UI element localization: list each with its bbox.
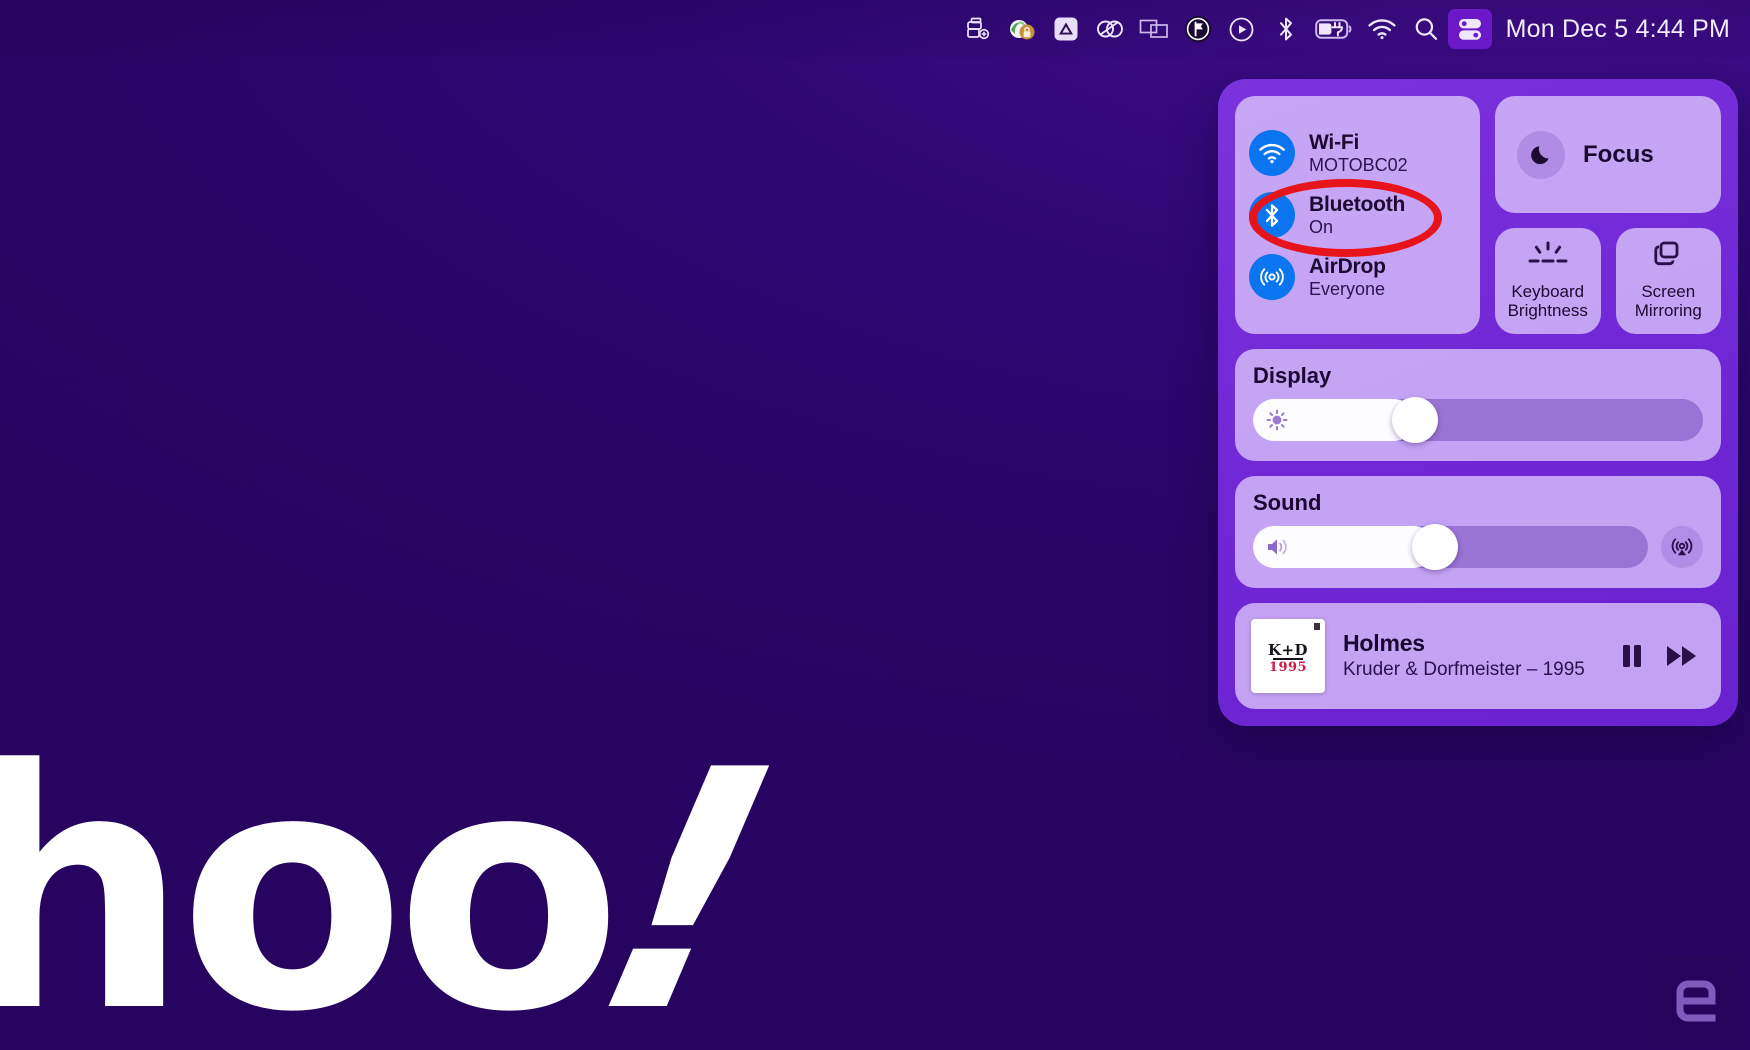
engadget-e-icon (1676, 980, 1716, 1022)
display-slider-fill (1253, 399, 1415, 442)
wallpaper-logo-text: hoo! (0, 700, 807, 1050)
battery-charging-icon[interactable] (1308, 9, 1360, 49)
backup-lock-icon[interactable] (1000, 9, 1044, 49)
album-artwork: K+D 1995 (1251, 619, 1325, 694)
sound-slider-wrap (1253, 524, 1703, 571)
airplay-audio-icon[interactable] (1661, 526, 1703, 569)
speaker-icon (1268, 539, 1287, 555)
display-slider-knob[interactable] (1392, 397, 1438, 444)
keyboard-brightness-label: Keyboard Brightness (1508, 282, 1588, 320)
bluetooth-title: Bluetooth (1309, 192, 1406, 216)
airdrop-labels: AirDrop Everyone (1309, 255, 1386, 300)
bluetooth-icon[interactable] (1264, 9, 1308, 49)
now-playing-controls (1619, 642, 1699, 670)
printer-add-icon[interactable] (956, 9, 1000, 49)
wifi-labels: Wi-Fi MOTOBC02 (1309, 131, 1408, 176)
wifi-toggle-row[interactable]: Wi-Fi MOTOBC02 (1249, 130, 1466, 177)
keyboard-brightness-label-line2: Brightness (1507, 301, 1588, 321)
now-playing-title: Holmes (1343, 630, 1425, 657)
sound-slider-knob[interactable] (1411, 524, 1458, 571)
bluetooth-subtitle: On (1309, 217, 1334, 238)
wallpaper-logo-word: hoo (0, 700, 622, 1050)
airdrop-icon[interactable] (1249, 254, 1295, 301)
control-center-right-column: Focus Keyboard Brightness Screen Mirrori… (1495, 96, 1721, 335)
screen-mirroring-label-line2: Mirroring (1634, 301, 1702, 321)
screen-mirroring-tile[interactable]: Screen Mirroring (1615, 228, 1721, 335)
now-playing-subtitle: Kruder & Dorfmeister – 1995 (1343, 659, 1585, 681)
album-artwork-year: 1995 (1268, 660, 1308, 676)
wifi-title: Wi-Fi (1309, 130, 1360, 154)
display-slider-wrap (1253, 397, 1703, 444)
now-playing-tile: K+D 1995 Holmes Kruder & Dorfmeister – 1… (1235, 603, 1721, 710)
creative-cloud-icon[interactable] (1088, 9, 1132, 49)
screen-mirroring-icon (1654, 241, 1679, 266)
focus-label: Focus (1583, 140, 1654, 168)
control-center-small-tiles-row: Keyboard Brightness Screen Mirroring (1495, 228, 1721, 335)
brightness-icon (1266, 409, 1288, 431)
album-artwork-mark (1314, 623, 1320, 631)
play-circle-icon[interactable] (1220, 9, 1264, 49)
airdrop-subtitle: Everyone (1309, 279, 1386, 300)
fast-forward-icon[interactable] (1665, 643, 1699, 669)
screen-mirroring-label-line1: Screen (1641, 282, 1696, 301)
keyboard-brightness-icon (1528, 241, 1568, 263)
connectivity-tile: Wi-Fi MOTOBC02 Bluetooth On AirDrop Ever… (1235, 96, 1480, 335)
engadget-watermark-logo (1650, 956, 1740, 1046)
wifi-icon[interactable] (1360, 9, 1404, 49)
search-icon[interactable] (1404, 9, 1448, 49)
album-artwork-title: K+D (1267, 641, 1309, 660)
bluetooth-labels: Bluetooth On (1309, 193, 1405, 238)
bluetooth-toggle-row[interactable]: Bluetooth On (1249, 192, 1466, 239)
bluetooth-icon[interactable] (1249, 192, 1295, 239)
airdrop-toggle-row[interactable]: AirDrop Everyone (1249, 254, 1466, 301)
sound-volume-slider[interactable] (1253, 524, 1648, 571)
control-center-panel: Wi-Fi MOTOBC02 Bluetooth On AirDrop Ever… (1218, 79, 1738, 727)
menu-bar-clock[interactable]: Mon Dec 5 4:44 PM (1506, 15, 1730, 44)
now-playing-metadata: Holmes Kruder & Dorfmeister – 1995 (1343, 630, 1601, 682)
screen-mirroring-label: Screen Mirroring (1635, 282, 1702, 320)
display-brightness-slider[interactable] (1253, 397, 1703, 444)
keyboard-brightness-label-line1: Keyboard (1511, 282, 1585, 301)
flag-circle-icon[interactable] (1176, 9, 1220, 49)
affinity-icon[interactable] (1044, 9, 1088, 49)
airdrop-title: AirDrop (1309, 254, 1386, 278)
control-center-icon[interactable] (1447, 9, 1492, 49)
display-title: Display (1253, 363, 1332, 389)
control-center-top-row: Wi-Fi MOTOBC02 Bluetooth On AirDrop Ever… (1235, 96, 1721, 335)
displays-icon[interactable] (1132, 9, 1176, 49)
sound-tile: Sound (1235, 476, 1721, 589)
sound-slider-fill (1253, 526, 1435, 569)
wifi-icon[interactable] (1249, 130, 1295, 177)
focus-tile[interactable]: Focus (1495, 96, 1721, 213)
keyboard-brightness-tile[interactable]: Keyboard Brightness (1495, 228, 1601, 335)
display-tile: Display (1235, 349, 1721, 462)
pause-icon[interactable] (1619, 642, 1645, 670)
moon-icon (1517, 130, 1565, 179)
menu-bar: Mon Dec 5 4:44 PM (0, 0, 1750, 58)
wifi-subtitle: MOTOBC02 (1309, 155, 1408, 176)
sound-title: Sound (1253, 490, 1322, 516)
